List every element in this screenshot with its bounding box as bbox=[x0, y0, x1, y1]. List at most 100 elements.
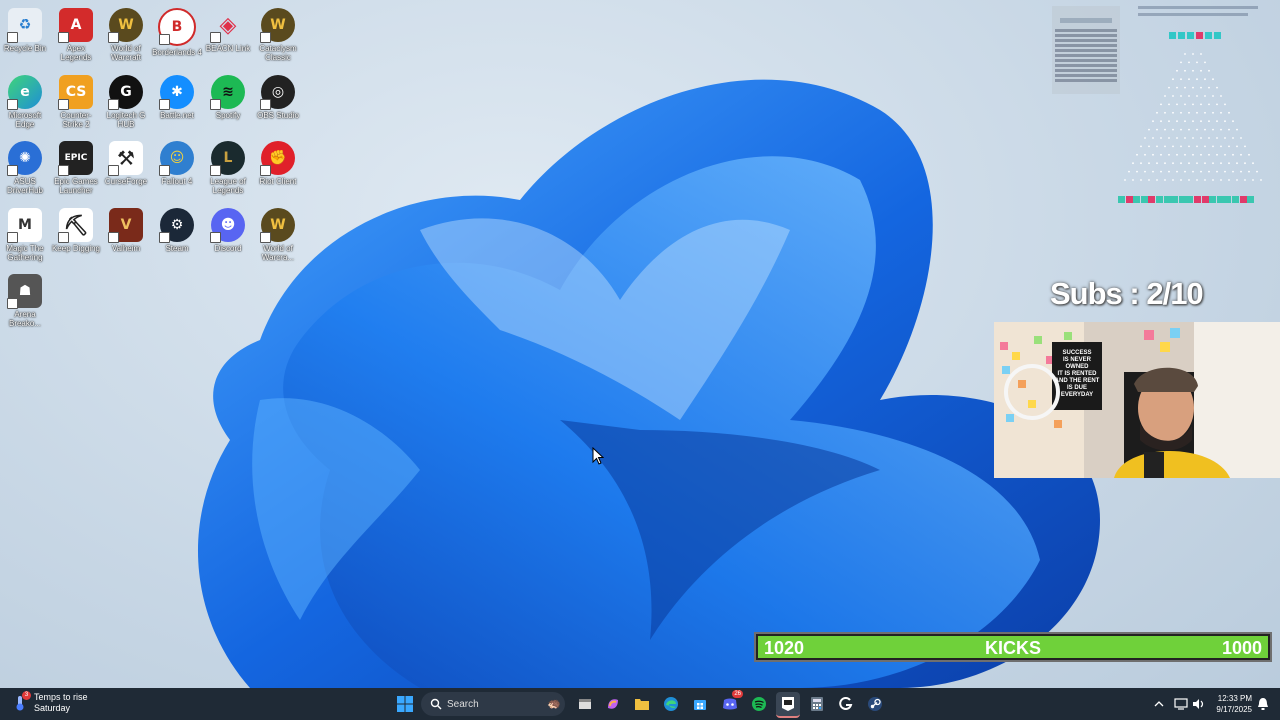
plinko-peg bbox=[1188, 128, 1190, 131]
plinko-peg bbox=[1128, 170, 1130, 173]
plinko-peg bbox=[1180, 128, 1182, 131]
plinko-peg bbox=[1192, 86, 1194, 89]
plinko-peg bbox=[1156, 162, 1158, 165]
desktop-icon-recycle-bin[interactable]: ♻ Recycle Bin bbox=[0, 4, 50, 53]
desktop-icon-steam[interactable]: ⚙ Steam bbox=[152, 204, 202, 253]
desktop-icon-epic-games[interactable]: EPIC Epic Games Launcher bbox=[51, 137, 101, 195]
desktop-icon-riot-client[interactable]: ✊ Riot Client bbox=[253, 137, 303, 186]
apex-legends-icon: A bbox=[58, 8, 93, 43]
desktop-icon-logitech-g-hub[interactable]: G Logitech G HUB bbox=[101, 71, 151, 129]
plinko-peg bbox=[1188, 179, 1190, 181]
plinko-peg bbox=[1180, 179, 1182, 181]
notification-bell-icon[interactable] bbox=[1257, 697, 1269, 711]
taskbar-task-view[interactable] bbox=[573, 692, 597, 716]
counter-strike-icon: CS bbox=[58, 75, 93, 110]
desktop-icon-beacn-link[interactable]: ◈ BEACN Link bbox=[203, 4, 253, 54]
plinko-peg bbox=[1220, 128, 1222, 131]
desktop-icon-battle-net[interactable]: ✱ Battle.net bbox=[152, 71, 202, 120]
taskbar-spotify[interactable] bbox=[747, 692, 771, 716]
fallout-icon: ☺ bbox=[159, 141, 194, 176]
desktop-icon-curseforge[interactable]: ⚒ CurseForge bbox=[101, 137, 151, 186]
taskbar-steam[interactable] bbox=[863, 692, 887, 716]
desktop-icon-borderlands[interactable]: B Borderlands 4 bbox=[152, 4, 202, 57]
taskbar-logitech[interactable] bbox=[834, 692, 858, 716]
desktop-icon-microsoft-edge[interactable]: e Microsoft Edge bbox=[0, 71, 50, 129]
taskbar-file-explorer[interactable] bbox=[630, 692, 654, 716]
plinko-peg bbox=[1144, 137, 1146, 139]
desktop-icon-cataclysm-classic[interactable]: W Cataclysm Classic bbox=[253, 4, 303, 62]
plinko-peg bbox=[1132, 162, 1134, 165]
plinko-peg bbox=[1156, 128, 1158, 131]
webcam-poster: SUCCESS IS NEVER OWNED IT IS RENTED AND … bbox=[1054, 350, 1100, 398]
plinko-peg bbox=[1168, 86, 1170, 89]
taskbar-copilot[interactable] bbox=[601, 692, 625, 716]
plinko-peg bbox=[1204, 78, 1206, 81]
taskbar-search[interactable]: Search 🦔 bbox=[421, 692, 565, 716]
plinko-peg bbox=[1224, 153, 1226, 156]
plinko-peg bbox=[1220, 179, 1222, 181]
plinko-peg bbox=[1212, 162, 1214, 165]
calculator-icon bbox=[811, 697, 823, 711]
desktop-icon-spotify[interactable]: ≋ Spotify bbox=[203, 71, 253, 120]
battlenet-icon: ✱ bbox=[159, 75, 194, 110]
plinko-peg bbox=[1140, 179, 1142, 181]
plinko-peg bbox=[1204, 179, 1206, 181]
taskbar-discord[interactable]: 26 bbox=[718, 690, 743, 716]
desktop: ♻ Recycle Bin A Apex Legends W World of … bbox=[0, 0, 1280, 688]
discord-icon: ☻ bbox=[210, 208, 245, 243]
desktop-icon-world-of-warcraft[interactable]: W World of Warcraft bbox=[101, 4, 151, 62]
stats-overlay bbox=[1138, 6, 1268, 16]
desktop-icon-fallout-4[interactable]: ☺ Fallout 4 bbox=[152, 137, 202, 186]
plinko-peg bbox=[1184, 137, 1186, 139]
plinko-peg bbox=[1152, 120, 1154, 123]
volume-icon[interactable] bbox=[1192, 698, 1206, 710]
desktop-icon-counter-strike[interactable]: CS Counter-Strike 2 bbox=[51, 71, 101, 129]
taskbar-store[interactable] bbox=[688, 692, 712, 716]
plinko-peg bbox=[1124, 179, 1126, 181]
league-icon: L bbox=[210, 141, 245, 176]
desktop-icon-discord[interactable]: ☻ Discord bbox=[203, 204, 253, 253]
plinko-peg bbox=[1168, 137, 1170, 139]
taskbar-epic-games[interactable] bbox=[776, 692, 800, 718]
desktop-icon-keep-digging[interactable]: ⛏ Keep Digging bbox=[51, 204, 101, 253]
world-of-warcraft-icon: W bbox=[108, 8, 143, 43]
plinko-peg bbox=[1236, 128, 1238, 131]
plinko-peg bbox=[1148, 162, 1150, 165]
curseforge-icon: ⚒ bbox=[108, 141, 143, 176]
network-icon[interactable] bbox=[1174, 698, 1188, 710]
desktop-icon-apex-legends[interactable]: A Apex Legends bbox=[51, 4, 101, 62]
plinko-peg bbox=[1168, 170, 1170, 173]
plinko-peg bbox=[1196, 78, 1198, 81]
taskbar-calculator[interactable] bbox=[805, 692, 829, 716]
plinko-peg bbox=[1148, 179, 1150, 181]
plinko-peg bbox=[1144, 153, 1146, 156]
world-of-warcraft-icon: W bbox=[260, 208, 295, 243]
desktop-icon-arena-breakout[interactable]: ☗ Arena Breako... bbox=[0, 270, 50, 328]
recycle-bin-icon: ♻ bbox=[7, 8, 42, 43]
taskbar-edge[interactable] bbox=[659, 692, 683, 716]
plinko-peg bbox=[1168, 120, 1170, 123]
taskbar-clock[interactable]: 12:33 PM 9/17/2025 bbox=[1210, 693, 1252, 715]
plinko-peg bbox=[1192, 137, 1194, 139]
desktop-icon-league-of-legends[interactable]: L League of Legends bbox=[203, 137, 253, 195]
arena-breakout-icon: ☗ bbox=[7, 274, 42, 309]
weather-widget[interactable]: 3 Temps to rise Saturday bbox=[12, 691, 88, 714]
desktop-icon-world-of-warcraft-2[interactable]: W World of Warcra... bbox=[253, 204, 303, 262]
chevron-up-icon[interactable] bbox=[1154, 700, 1164, 708]
cataclysm-icon: W bbox=[260, 8, 295, 43]
plinko-peg bbox=[1176, 103, 1178, 106]
plinko-pegs-overlay bbox=[1124, 53, 1262, 181]
plinko-peg bbox=[1192, 120, 1194, 123]
plinko-peg bbox=[1236, 162, 1238, 165]
plinko-peg bbox=[1260, 179, 1262, 181]
plinko-peg bbox=[1216, 153, 1218, 156]
plinko-peg bbox=[1192, 153, 1194, 156]
desktop-icon-asus-driverhub[interactable]: ✺ ASUS DriverHub bbox=[0, 137, 50, 195]
plinko-peg bbox=[1212, 145, 1214, 148]
desktop-icon-valheim[interactable]: V Valheim bbox=[101, 204, 151, 253]
riot-icon: ✊ bbox=[260, 141, 295, 176]
start-button[interactable] bbox=[393, 692, 417, 716]
plinko-peg bbox=[1252, 162, 1254, 165]
desktop-icon-obs-studio[interactable]: ◎ OBS Studio bbox=[253, 71, 303, 120]
desktop-icon-magic-the-gathering[interactable]: M Magic The Gathering bbox=[0, 204, 50, 262]
